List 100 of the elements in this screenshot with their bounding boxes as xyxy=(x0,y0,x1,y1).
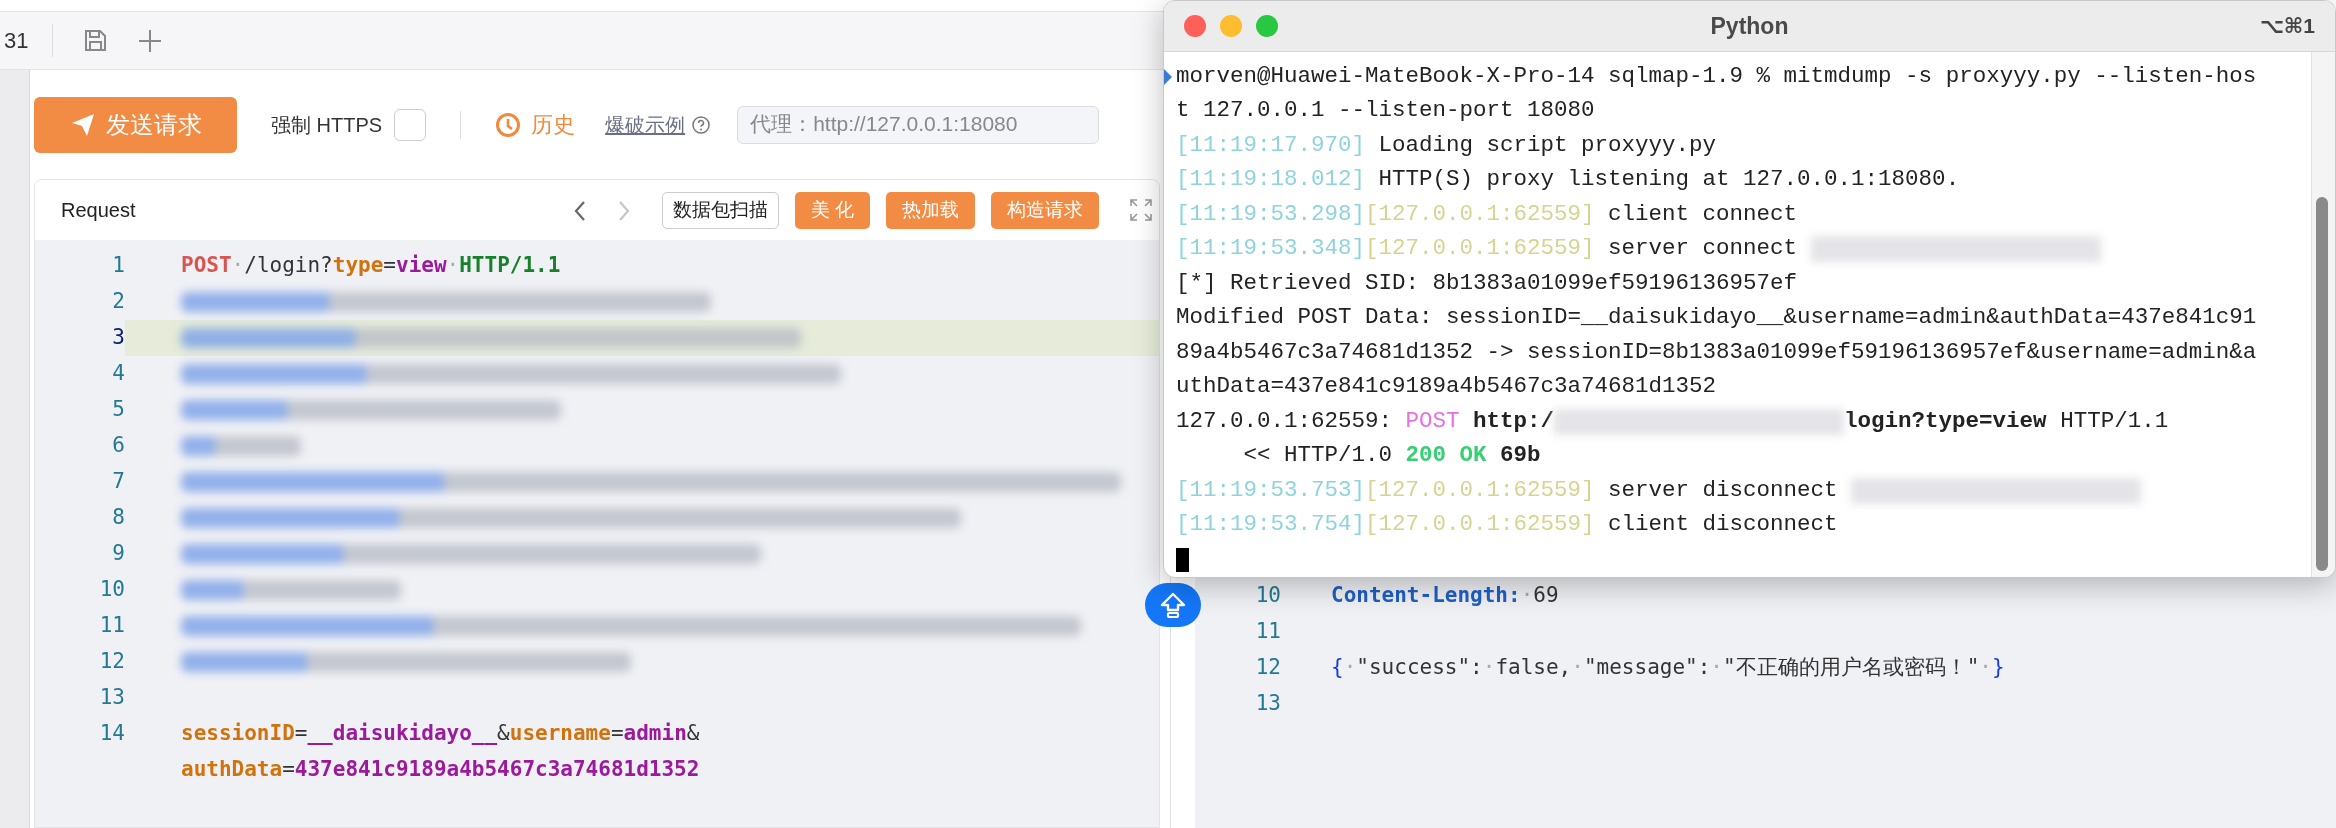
terminal-text: [127.0.0.1:62559] xyxy=(1365,234,1595,264)
line-number: 8 xyxy=(111,504,125,532)
terminal-text: morven@Huawei-MateBook-X-Pro-14 sqlmap-1.9 % mitmdump -s proxyyy.py --listen-hos xyxy=(1176,61,2257,91)
line-number: 7 xyxy=(111,468,125,496)
line-number: 12 xyxy=(98,648,125,676)
action-button[interactable]: 数据包扫描 xyxy=(661,191,779,229)
prompt-marker-icon xyxy=(1164,68,1172,85)
terminal-text: 127.0.0.1:62559: xyxy=(1176,406,1394,436)
terminal-text: client disconnect xyxy=(1607,510,1838,540)
line-number: 10 xyxy=(1254,582,1281,610)
line-number: 6 xyxy=(111,432,125,460)
help-icon[interactable] xyxy=(691,114,712,135)
code-token: authData xyxy=(181,756,283,784)
window-title: Python xyxy=(1710,11,1789,41)
terminal-text: 89a4b5467c3a74681d1352 -> sessionID=8b1383a01099ef59196136957ef&username=admin&a xyxy=(1176,337,2257,367)
line-number: 10 xyxy=(98,576,125,604)
line-number: 14 xyxy=(98,720,125,748)
whitespace-dot: · xyxy=(1979,654,1992,682)
code-token: 437e841c9189a4b5467c3a74681d1352 xyxy=(294,756,700,784)
terminal-text: 69b xyxy=(1499,441,1541,471)
terminal-text: Modified POST Data: sessionID=__daisukidayo__&username=admin&authData=437e841c91 xyxy=(1176,303,2257,333)
terminal-text: [11:19:53.298] xyxy=(1176,199,1366,229)
line-number: 2 xyxy=(111,288,125,316)
send-button[interactable]: 发送请求 xyxy=(34,96,237,153)
terminal-text: [11:19:17.970] xyxy=(1176,130,1366,160)
zoom-button[interactable] xyxy=(1256,14,1278,37)
line-number: 13 xyxy=(98,684,125,712)
line-number: 1 xyxy=(111,252,125,280)
plus-icon[interactable] xyxy=(137,27,164,54)
terminal-text: [11:19:53.348] xyxy=(1176,234,1366,264)
action-button[interactable]: 构造请求 xyxy=(991,191,1099,229)
code-token: = xyxy=(282,756,295,784)
terminal-text: server disconnect xyxy=(1607,475,1839,505)
code-token: HTTP/1.1 xyxy=(459,252,561,280)
line-number: 13 xyxy=(1254,690,1281,718)
code-token: POST xyxy=(181,252,232,280)
terminal-text: [11:19:53.753] xyxy=(1176,475,1366,505)
line-number: 9 xyxy=(111,540,125,568)
terminal-text: HTTP/1.1 xyxy=(2059,406,2169,436)
code-token: 69 xyxy=(1533,582,1559,610)
line-number: 3 xyxy=(111,324,125,352)
code-token: __daisukidayo__ xyxy=(307,720,498,748)
terminal-text: << HTTP/1.0 xyxy=(1242,441,1394,471)
line-number: 4 xyxy=(111,360,125,388)
line-number: 5 xyxy=(111,396,125,424)
history-button[interactable]: 历史 xyxy=(495,108,576,141)
terminal-text: [*] Retrieved SID: 8b1383a01099ef59196136957ef xyxy=(1176,268,1798,298)
shortcut-label: ⌥⌘1 xyxy=(2259,13,2315,39)
terminal-text: 200 OK xyxy=(1405,441,1487,471)
https-label: 强制 HTTPS xyxy=(271,112,383,138)
line-number: 11 xyxy=(1254,618,1281,646)
code-token: false, xyxy=(1495,654,1572,682)
whitespace-dot: · xyxy=(231,252,245,280)
terminal-text: HTTP(S) proxy listening at 127.0.0.1:18080. xyxy=(1377,165,1960,195)
code-token: "message": xyxy=(1583,654,1711,682)
code-token: sessionID xyxy=(181,720,295,748)
terminal-text: server connect xyxy=(1607,234,1799,264)
code-token: { xyxy=(1331,654,1344,682)
terminal-text: POST xyxy=(1405,406,1460,436)
terminal-text: [11:19:53.754] xyxy=(1176,510,1366,540)
terminal-text: client connect xyxy=(1607,199,1798,229)
action-button[interactable]: 热加载 xyxy=(886,191,975,229)
terminal-text: [127.0.0.1:62559] xyxy=(1365,510,1595,540)
scrollbar-thumb[interactable] xyxy=(2316,196,2328,571)
whitespace-dot: · xyxy=(1710,654,1723,682)
whitespace-dot: · xyxy=(1520,582,1534,610)
arrow-up-icon xyxy=(1158,590,1188,620)
code-token: & xyxy=(686,720,700,748)
code-token: type xyxy=(332,252,384,280)
code-token: admin xyxy=(623,720,687,748)
terminal-text: login?type=view xyxy=(1844,406,2047,436)
whitespace-dot: · xyxy=(1571,654,1584,682)
line-number: 11 xyxy=(98,612,125,640)
terminal-text: [127.0.0.1:62559] xyxy=(1365,475,1595,505)
terminal-text: Loading script proxyyy.py xyxy=(1377,130,1717,160)
code-token: "success": xyxy=(1356,654,1483,682)
terminal-text: t 127.0.0.1 --listen-port 18080 xyxy=(1176,96,1595,126)
code-token: & xyxy=(497,720,510,748)
terminal-text: [127.0.0.1:62559] xyxy=(1365,199,1595,229)
line-number: 12 xyxy=(1254,654,1281,682)
code-token: view xyxy=(396,252,447,280)
whitespace-dot: · xyxy=(1343,654,1357,682)
proxy-field[interactable]: 代理：http://127.0.0.1:18080 xyxy=(737,105,1100,144)
code-token: = xyxy=(610,720,624,748)
whitespace-dot: · xyxy=(446,252,460,280)
fullscreen-icon[interactable] xyxy=(1129,198,1153,222)
panel-title: Request xyxy=(61,198,136,223)
https-checkbox[interactable] xyxy=(394,108,427,141)
terminal-text: http:/ xyxy=(1472,406,1555,436)
code-token: "不正确的用户名或密码！" xyxy=(1723,654,1980,682)
code-token: /login? xyxy=(244,252,333,280)
close-button[interactable] xyxy=(1184,14,1206,37)
code-token: = xyxy=(383,252,396,280)
examples-link[interactable]: 爆破示例 xyxy=(605,109,686,140)
code-token: Content-Length: xyxy=(1331,582,1521,610)
whitespace-dot: · xyxy=(1482,654,1496,682)
action-button[interactable]: 美 化 xyxy=(794,191,870,229)
terminal-text: [11:19:18.012] xyxy=(1176,165,1366,195)
code-token: = xyxy=(294,720,308,748)
tab-label[interactable]: 31 xyxy=(4,24,54,57)
